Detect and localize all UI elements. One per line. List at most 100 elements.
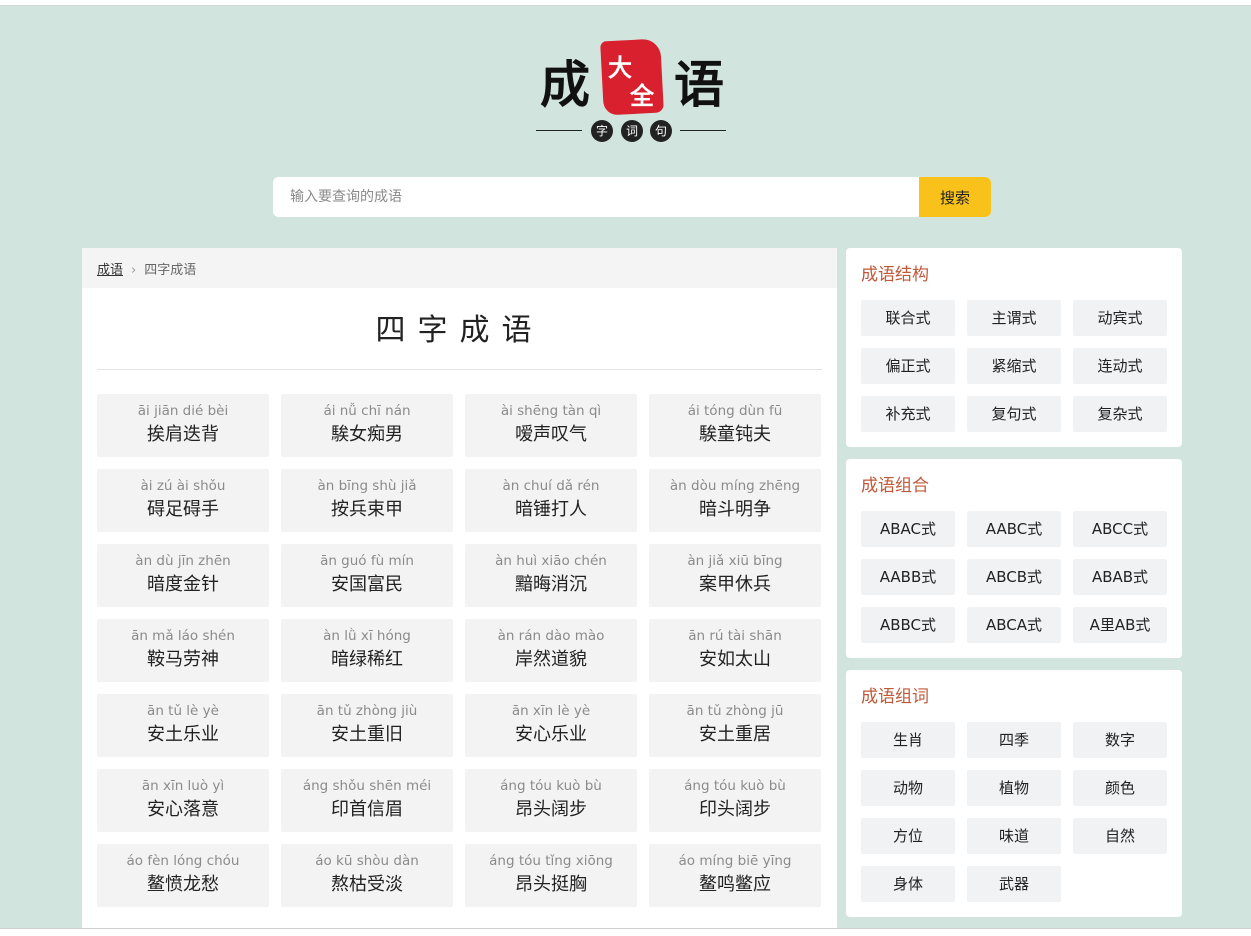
structure-tag[interactable]: 主谓式: [967, 300, 1061, 336]
idiom-item[interactable]: àn lǜ xī hóng 暗绿稀红: [281, 619, 453, 682]
idiom-item[interactable]: áo kū shòu dàn 熬枯受淡: [281, 844, 453, 907]
idiom-pinyin: ān mǎ láo shén: [131, 628, 235, 644]
idiom-item[interactable]: àn bīng shù jiǎ 按兵束甲: [281, 469, 453, 532]
breadcrumb-home-link[interactable]: 成语: [97, 263, 123, 278]
idiom-pinyin: ài shēng tàn qì: [500, 403, 602, 419]
combo-tag[interactable]: ABAC式: [861, 511, 955, 547]
word-tag[interactable]: 数字: [1073, 722, 1167, 758]
word-tag[interactable]: 自然: [1073, 818, 1167, 854]
logo-seal-char-2: 全: [630, 81, 654, 110]
logo-divider-right: [680, 130, 726, 131]
combo-tag[interactable]: ABCB式: [967, 559, 1061, 595]
combo-tag[interactable]: ABBC式: [861, 607, 955, 643]
combo-panel: 成语组合 ABAC式 AABC式 ABCC式 AABB式 ABCB式 ABAB式 ABBC式…: [846, 459, 1182, 658]
idiom-grid: āi jiān dié bèi 挨肩迭背 ái nǚ chī nán 騃女痴男 ài s…: [97, 394, 823, 907]
logo-subtitle: 字 词 句: [536, 120, 730, 142]
idiom-pinyin: ái nǚ chī nán: [323, 403, 411, 419]
idiom-word: 安如太山: [699, 649, 771, 670]
idiom-pinyin: áng shǒu shēn méi: [302, 778, 432, 794]
idiom-item[interactable]: áng tóu kuò bù 印头阔步: [649, 769, 821, 832]
idiom-item[interactable]: ān mǎ láo shén 鞍马劳神: [97, 619, 269, 682]
idiom-item[interactable]: ān xīn lè yè 安心乐业: [465, 694, 637, 757]
idiom-word: 嗳声叹气: [515, 424, 587, 445]
idiom-item[interactable]: ān tǔ zhòng jū 安土重居: [649, 694, 821, 757]
idiom-pinyin: àn huì xiāo chén: [495, 553, 607, 569]
idiom-item[interactable]: ān xīn luò yì 安心落意: [97, 769, 269, 832]
idiom-item[interactable]: àn huì xiāo chén 黯晦消沉: [465, 544, 637, 607]
structure-tag[interactable]: 复句式: [967, 396, 1061, 432]
idiom-word: 岸然道貌: [515, 649, 587, 670]
site-logo[interactable]: 成 大 全 语 字 词 句: [536, 38, 730, 144]
word-tag[interactable]: 动物: [861, 770, 955, 806]
structure-tag[interactable]: 联合式: [861, 300, 955, 336]
idiom-pinyin: àn rán dào mào: [497, 628, 605, 644]
idiom-item[interactable]: ān rú tài shān 安如太山: [649, 619, 821, 682]
structure-tag[interactable]: 补充式: [861, 396, 955, 432]
idiom-item[interactable]: áng shǒu shēn méi 印首信眉: [281, 769, 453, 832]
browser-top-edge: [0, 0, 1251, 6]
idiom-item[interactable]: ān tǔ lè yè 安土乐业: [97, 694, 269, 757]
combo-tag[interactable]: AABB式: [861, 559, 955, 595]
idiom-word: 安心乐业: [515, 724, 587, 745]
idiom-item[interactable]: ài zú ài shǒu 碍足碍手: [97, 469, 269, 532]
idiom-item[interactable]: ān tǔ zhòng jiù 安土重旧: [281, 694, 453, 757]
idiom-pinyin: ān tǔ zhòng jū: [686, 703, 784, 719]
idiom-pinyin: àn dù jīn zhēn: [135, 553, 231, 569]
combo-tag[interactable]: A里AB式: [1073, 607, 1167, 643]
logo-char-left: 成: [540, 55, 590, 114]
word-panel: 成语组词 生肖 四季 数字 动物 植物 颜色 方位 味道 自然 身体 武器: [846, 670, 1182, 917]
structure-tag[interactable]: 紧缩式: [967, 348, 1061, 384]
combo-tag[interactable]: AABC式: [967, 511, 1061, 547]
structure-tag[interactable]: 复杂式: [1073, 396, 1167, 432]
word-tag[interactable]: 武器: [967, 866, 1061, 902]
idiom-item[interactable]: áo míng biē yīng 鳌鸣鳖应: [649, 844, 821, 907]
idiom-pinyin: àn lǜ xī hóng: [323, 628, 411, 644]
idiom-word: 鳌愤龙愁: [147, 874, 219, 895]
idiom-pinyin: áng tóu kuò bù: [684, 778, 786, 794]
idiom-item[interactable]: áng tóu kuò bù 昂头阔步: [465, 769, 637, 832]
idiom-word: 安心落意: [147, 799, 219, 820]
search-input[interactable]: [273, 177, 919, 217]
structure-tag[interactable]: 偏正式: [861, 348, 955, 384]
idiom-item[interactable]: àn dòu míng zhēng 暗斗明争: [649, 469, 821, 532]
structure-panel-title: 成语结构: [861, 265, 929, 285]
idiom-item[interactable]: àn jiǎ xiū bīng 案甲休兵: [649, 544, 821, 607]
idiom-word: 騃女痴男: [331, 424, 403, 445]
structure-tag[interactable]: 动宾式: [1073, 300, 1167, 336]
idiom-word: 挨肩迭背: [147, 424, 219, 445]
word-tag[interactable]: 四季: [967, 722, 1061, 758]
structure-tag[interactable]: 连动式: [1073, 348, 1167, 384]
main-panel: 成语 › 四字成语 四字成语 āi jiān dié bèi 挨肩迭背 ái nǚ ch…: [82, 248, 837, 936]
idiom-item[interactable]: ái tóng dùn fū 騃童钝夫: [649, 394, 821, 457]
word-tag[interactable]: 生肖: [861, 722, 955, 758]
idiom-pinyin: áng tóu tǐng xiōng: [489, 853, 613, 869]
page-title: 四字成语: [97, 288, 822, 370]
idiom-item[interactable]: àn rán dào mào 岸然道貌: [465, 619, 637, 682]
word-tag[interactable]: 植物: [967, 770, 1061, 806]
idiom-item[interactable]: ài shēng tàn qì 嗳声叹气: [465, 394, 637, 457]
combo-tag[interactable]: ABCC式: [1073, 511, 1167, 547]
combo-tag[interactable]: ABAB式: [1073, 559, 1167, 595]
idiom-item[interactable]: áng tóu tǐng xiōng 昂头挺胸: [465, 844, 637, 907]
idiom-word: 安土重旧: [331, 724, 403, 745]
idiom-pinyin: àn chuí dǎ rén: [502, 478, 600, 494]
idiom-word: 印首信眉: [331, 799, 403, 820]
word-tag[interactable]: 身体: [861, 866, 955, 902]
idiom-item[interactable]: àn chuí dǎ rén 暗锤打人: [465, 469, 637, 532]
combo-tag[interactable]: ABCA式: [967, 607, 1061, 643]
idiom-word: 暗锤打人: [515, 499, 587, 520]
word-tag[interactable]: 颜色: [1073, 770, 1167, 806]
word-tag[interactable]: 味道: [967, 818, 1061, 854]
idiom-item[interactable]: ān guó fù mín 安国富民: [281, 544, 453, 607]
search-button[interactable]: 搜索: [919, 177, 991, 217]
idiom-pinyin: àn jiǎ xiū bīng: [687, 553, 783, 569]
idiom-item[interactable]: áo fèn lóng chóu 鳌愤龙愁: [97, 844, 269, 907]
idiom-pinyin: āi jiān dié bèi: [137, 403, 229, 419]
idiom-pinyin: ài zú ài shǒu: [140, 478, 226, 494]
idiom-item[interactable]: àn dù jīn zhēn 暗度金针: [97, 544, 269, 607]
idiom-item[interactable]: ái nǚ chī nán 騃女痴男: [281, 394, 453, 457]
idiom-item[interactable]: āi jiān dié bèi 挨肩迭背: [97, 394, 269, 457]
idiom-word: 鞍马劳神: [147, 649, 219, 670]
word-tag[interactable]: 方位: [861, 818, 955, 854]
idiom-word: 鳌鸣鳖应: [699, 874, 771, 895]
